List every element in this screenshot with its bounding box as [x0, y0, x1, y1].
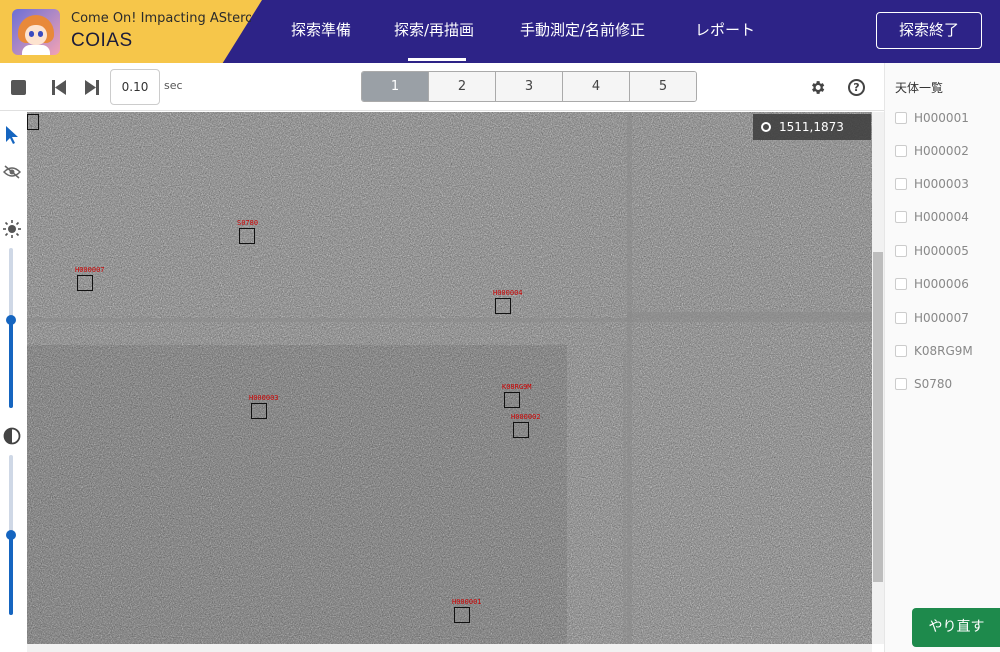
object-marker[interactable] — [251, 403, 267, 419]
marker-label: H000003 — [249, 394, 279, 402]
checkbox[interactable] — [895, 312, 907, 324]
tab-manual-measure[interactable]: 手動測定/名前修正 — [520, 19, 645, 40]
page-4-button[interactable]: 4 — [563, 72, 630, 101]
help-circle-icon[interactable]: ? — [848, 79, 865, 96]
marker-label: H000007 — [75, 266, 105, 274]
eye-off-icon[interactable] — [3, 165, 21, 179]
page-2-button[interactable]: 2 — [429, 72, 496, 101]
redo-button[interactable]: やり直す — [912, 608, 1000, 647]
astro-image-viewer[interactable]: 1511,1873 S0780 H000007 H000004 H000003 … — [27, 112, 872, 644]
object-marker[interactable] — [77, 275, 93, 291]
brand-subtitle: Come On! Impacting ASteroids — [71, 11, 251, 26]
list-item[interactable]: H000001 — [895, 111, 969, 129]
brand-title: COIAS — [71, 30, 133, 51]
checkbox[interactable] — [895, 278, 907, 290]
object-marker[interactable] — [27, 114, 39, 130]
list-item[interactable]: H000006 — [895, 277, 969, 295]
coordinate-value: 1511,1873 — [779, 120, 844, 134]
list-item[interactable]: S0780 — [895, 377, 952, 395]
coias-logo — [12, 9, 60, 55]
scrollbar-thumb[interactable] — [873, 252, 883, 582]
marker-label: K08RG9M — [502, 383, 532, 391]
app-header: Come On! Impacting ASteroids COIAS 探索準備 … — [0, 0, 1000, 63]
marker-label: H000001 — [452, 598, 482, 606]
list-item[interactable]: H000005 — [895, 244, 969, 262]
end-search-button[interactable]: 探索終了 — [876, 12, 982, 49]
page-1-button[interactable]: 1 — [362, 72, 429, 101]
speed-unit: sec — [164, 79, 183, 92]
stop-icon[interactable] — [11, 80, 26, 95]
checkbox[interactable] — [895, 245, 907, 257]
object-list-panel: 天体一覧 H000001 H000002 H000003 H000004 H00… — [884, 63, 1000, 652]
object-marker[interactable] — [513, 422, 529, 438]
cursor-arrow-icon[interactable] — [5, 126, 19, 144]
contrast-icon — [3, 427, 21, 445]
cursor-coordinate-readout: 1511,1873 — [753, 114, 871, 140]
object-list-title: 天体一覧 — [895, 81, 944, 95]
list-item[interactable]: H000007 — [895, 311, 969, 329]
active-tab-indicator — [408, 58, 466, 61]
contrast-slider-knob[interactable] — [6, 530, 16, 540]
viewer-vertical-scrollbar[interactable] — [872, 112, 884, 644]
speed-input[interactable]: 0.10 — [110, 69, 160, 105]
viewer-horizontal-scrollbar[interactable] — [27, 644, 872, 652]
skip-next-icon[interactable] — [85, 80, 99, 95]
sky-image — [27, 112, 872, 644]
list-item[interactable]: H000003 — [895, 177, 969, 195]
contrast-slider[interactable] — [6, 455, 16, 615]
list-item[interactable]: H000002 — [895, 144, 969, 162]
checkbox[interactable] — [895, 378, 907, 390]
page-5-button[interactable]: 5 — [630, 72, 696, 101]
image-tools-column — [0, 112, 26, 652]
list-item[interactable]: H000004 — [895, 210, 969, 228]
crosshair-icon — [761, 122, 771, 132]
gear-icon[interactable] — [809, 79, 826, 96]
object-marker[interactable] — [454, 607, 470, 623]
object-marker[interactable] — [504, 392, 520, 408]
checkbox[interactable] — [895, 112, 907, 124]
checkbox[interactable] — [895, 145, 907, 157]
checkbox[interactable] — [895, 345, 907, 357]
brightness-slider-knob[interactable] — [6, 315, 16, 325]
checkbox[interactable] — [895, 211, 907, 223]
skip-previous-icon[interactable] — [52, 80, 66, 95]
brightness-icon — [3, 220, 21, 238]
brightness-slider[interactable] — [6, 248, 16, 408]
tab-report[interactable]: レポート — [695, 19, 755, 40]
list-item[interactable]: K08RG9M — [895, 344, 973, 362]
frame-pager: 1 2 3 4 5 — [361, 71, 697, 102]
tab-search-redraw[interactable]: 探索/再描画 — [394, 19, 474, 40]
marker-label: H000002 — [511, 413, 541, 421]
playback-toolbar: 0.10 sec 1 2 3 4 5 ? — [0, 63, 884, 111]
marker-label: H000004 — [493, 289, 523, 297]
marker-label: S0780 — [237, 219, 259, 227]
object-marker[interactable] — [495, 298, 511, 314]
object-marker[interactable] — [239, 228, 255, 244]
page-3-button[interactable]: 3 — [496, 72, 563, 101]
tab-search-prep[interactable]: 探索準備 — [291, 19, 351, 40]
checkbox[interactable] — [895, 178, 907, 190]
